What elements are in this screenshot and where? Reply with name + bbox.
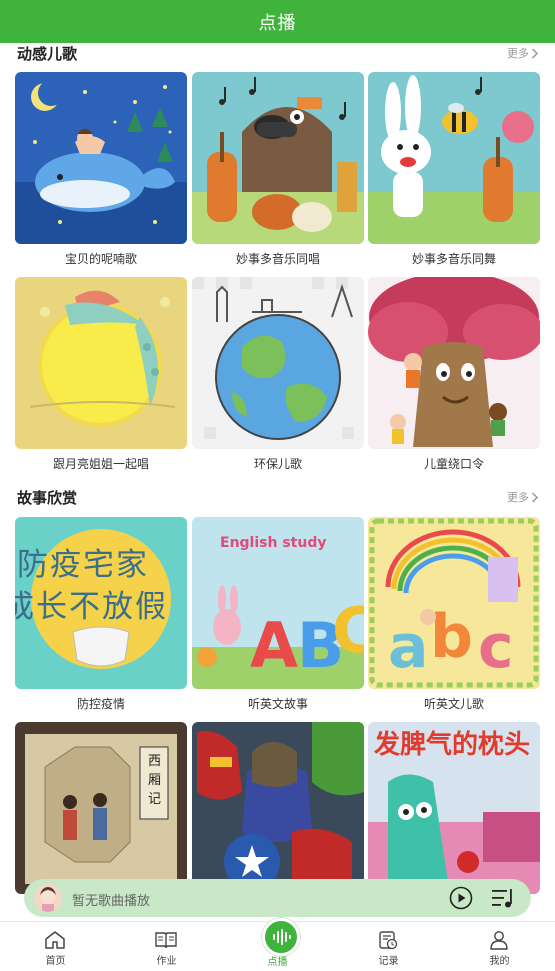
user-icon (490, 931, 508, 950)
album-card[interactable]: 妙事多音乐同唱 (192, 72, 364, 267)
album-cover (192, 277, 364, 449)
svg-text:c: c (478, 612, 514, 682)
tab-records[interactable]: 记录 (333, 922, 444, 971)
mini-player[interactable]: 暂无歌曲播放 (24, 879, 531, 917)
svg-text:C: C (332, 594, 364, 667)
album-card[interactable]: 跟月亮姐姐一起唱 (15, 277, 187, 472)
album-title: 听英文故事 (247, 697, 308, 711)
album-cover: a b c (368, 517, 540, 689)
album-cover (368, 277, 540, 449)
album-card[interactable]: 环保儿歌 (192, 277, 364, 472)
album-cover (368, 72, 540, 244)
album-title: 听英文儿歌 (423, 697, 484, 711)
more-link[interactable]: 更多 (507, 45, 539, 61)
album-cover (15, 72, 187, 244)
player-status: 暂无歌曲播放 (72, 894, 151, 909)
tab-label: 点播 (267, 957, 288, 968)
tab-label: 作业 (156, 956, 177, 967)
more-label: 更多 (507, 47, 529, 60)
chevron-right-icon (531, 47, 539, 59)
album-cover (15, 277, 187, 449)
tab-label: 首页 (45, 956, 66, 967)
svg-text:b: b (430, 602, 473, 672)
audio-wave-icon (273, 929, 291, 945)
album-title: 妙事多音乐同舞 (411, 252, 496, 266)
tab-profile[interactable]: 我的 (444, 922, 555, 971)
album-cover: 西厢记 (15, 722, 187, 894)
tab-label: 记录 (378, 956, 399, 967)
record-icon (379, 931, 398, 950)
section-title: 动感儿歌 (17, 45, 78, 63)
album-title: 跟月亮姐姐一起唱 (52, 457, 149, 471)
section-header-stories: 故事欣赏 更多 (0, 487, 555, 507)
player-avatar (34, 884, 62, 912)
cover-text: English study (220, 535, 327, 551)
album-title: 儿童绕口令 (423, 457, 484, 471)
book-icon (155, 932, 177, 949)
album-card[interactable]: 儿童绕口令 (368, 277, 540, 472)
play-icon[interactable] (449, 886, 473, 910)
cover-text: 发脾气的枕头 (374, 730, 531, 760)
tab-home[interactable]: 首页 (0, 922, 111, 971)
album-card[interactable]: 西厢记 (15, 722, 187, 894)
album-title: 防控疫情 (76, 697, 125, 711)
cover-text: 西厢记 (148, 754, 162, 807)
album-card[interactable]: 妙事多音乐同舞 (368, 72, 540, 267)
playlist-icon[interactable] (491, 887, 515, 909)
section-header-songs: 动感儿歌 更多 (0, 43, 555, 63)
on-demand-button[interactable] (262, 918, 300, 956)
cover-text: 防疫宅家 (17, 547, 149, 583)
section-title: 故事欣赏 (17, 489, 78, 507)
main-content[interactable]: 动感儿歌 更多 宝贝的呢喃歌 妙事多音乐同唱 妙事多音乐同舞 跟月亮姐姐一起唱 … (0, 43, 555, 923)
album-cover (192, 72, 364, 244)
more-link[interactable]: 更多 (507, 489, 539, 505)
svg-text:A: A (250, 609, 298, 682)
album-card[interactable]: 发脾气的枕头 (368, 722, 540, 894)
app-header: 点播 (0, 0, 555, 43)
album-title: 宝贝的呢喃歌 (64, 252, 137, 266)
album-card[interactable]: A B C English study 听英文故事 (192, 517, 364, 712)
tab-homework[interactable]: 作业 (111, 922, 222, 971)
album-title: 环保儿歌 (253, 457, 302, 471)
home-icon (45, 931, 65, 949)
page-title: 点播 (258, 12, 297, 34)
cover-text: 成长不放假 (15, 589, 168, 625)
album-cover: A B C English study (192, 517, 364, 689)
album-cover: 发脾气的枕头 (368, 722, 540, 894)
bottom-tab-bar: 首页 作业 点播 记录 我的 (0, 918, 555, 971)
more-label: 更多 (507, 491, 529, 504)
album-card[interactable]: a b c 听英文儿歌 (368, 517, 540, 712)
album-title: 妙事多音乐同唱 (235, 252, 320, 266)
album-card[interactable]: 防疫宅家 成长不放假 防控疫情 (15, 517, 187, 712)
tab-label: 我的 (489, 956, 510, 967)
chevron-right-icon (531, 491, 539, 503)
album-card[interactable]: 宝贝的呢喃歌 (15, 72, 187, 267)
album-cover (192, 722, 364, 894)
album-card[interactable] (192, 722, 364, 894)
tab-on-demand[interactable]: 点播 (222, 918, 333, 971)
album-cover: 防疫宅家 成长不放假 (15, 517, 187, 689)
